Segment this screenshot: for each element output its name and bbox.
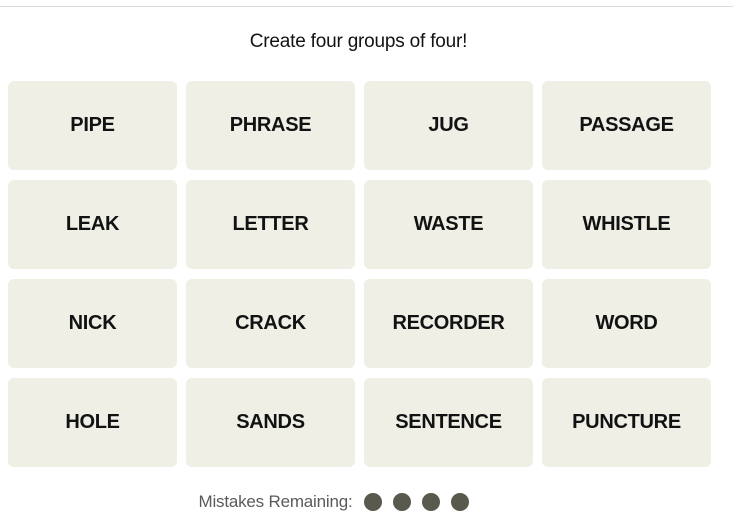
mistakes-label: Mistakes Remaining: <box>198 492 353 511</box>
mistake-dot <box>451 493 470 511</box>
word-tile[interactable]: CRACK <box>186 279 355 368</box>
word-tile[interactable]: WORD <box>542 279 711 368</box>
word-grid: PIPE PHRASE JUG PASSAGE LEAK LETTER WAST… <box>8 81 711 467</box>
mistake-dot <box>364 493 383 511</box>
mistake-dot <box>393 493 412 511</box>
word-tile[interactable]: SENTENCE <box>364 378 533 467</box>
word-tile[interactable]: HOLE <box>8 378 177 467</box>
word-tile[interactable]: PIPE <box>8 81 177 170</box>
word-tile[interactable]: SANDS <box>186 378 355 467</box>
word-tile[interactable]: LEAK <box>8 180 177 269</box>
word-tile[interactable]: PUNCTURE <box>542 378 711 467</box>
instructions-text: Create four groups of four! <box>249 31 468 52</box>
top-divider <box>0 6 733 7</box>
word-tile[interactable]: PASSAGE <box>542 81 711 170</box>
word-tile[interactable]: NICK <box>8 279 177 368</box>
mistake-dots <box>364 493 470 511</box>
word-tile[interactable]: RECORDER <box>364 279 533 368</box>
word-tile[interactable]: JUG <box>364 81 533 170</box>
word-tile[interactable]: WHISTLE <box>542 180 711 269</box>
mistakes-remaining: Mistakes Remaining: <box>0 492 733 512</box>
word-tile[interactable]: PHRASE <box>186 81 355 170</box>
mistake-dot <box>422 493 441 511</box>
word-tile[interactable]: LETTER <box>186 180 355 269</box>
word-tile[interactable]: WASTE <box>364 180 533 269</box>
